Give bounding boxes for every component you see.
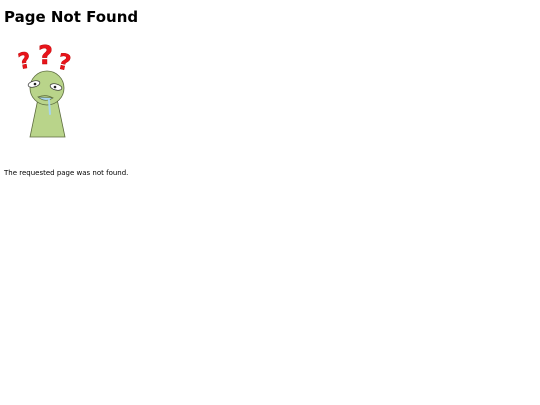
svg-text:?: ? [55, 50, 73, 77]
confused-figure-icon: ? ? ? [14, 40, 80, 142]
error-message: The requested page was not found. [4, 169, 129, 177]
question-mark-icon: ? [16, 48, 33, 75]
svg-text:?: ? [16, 48, 33, 75]
page-title: Page Not Found [4, 8, 139, 26]
svg-text:?: ? [38, 41, 53, 71]
question-mark-icon: ? [38, 41, 53, 71]
question-mark-icon: ? [55, 49, 73, 77]
